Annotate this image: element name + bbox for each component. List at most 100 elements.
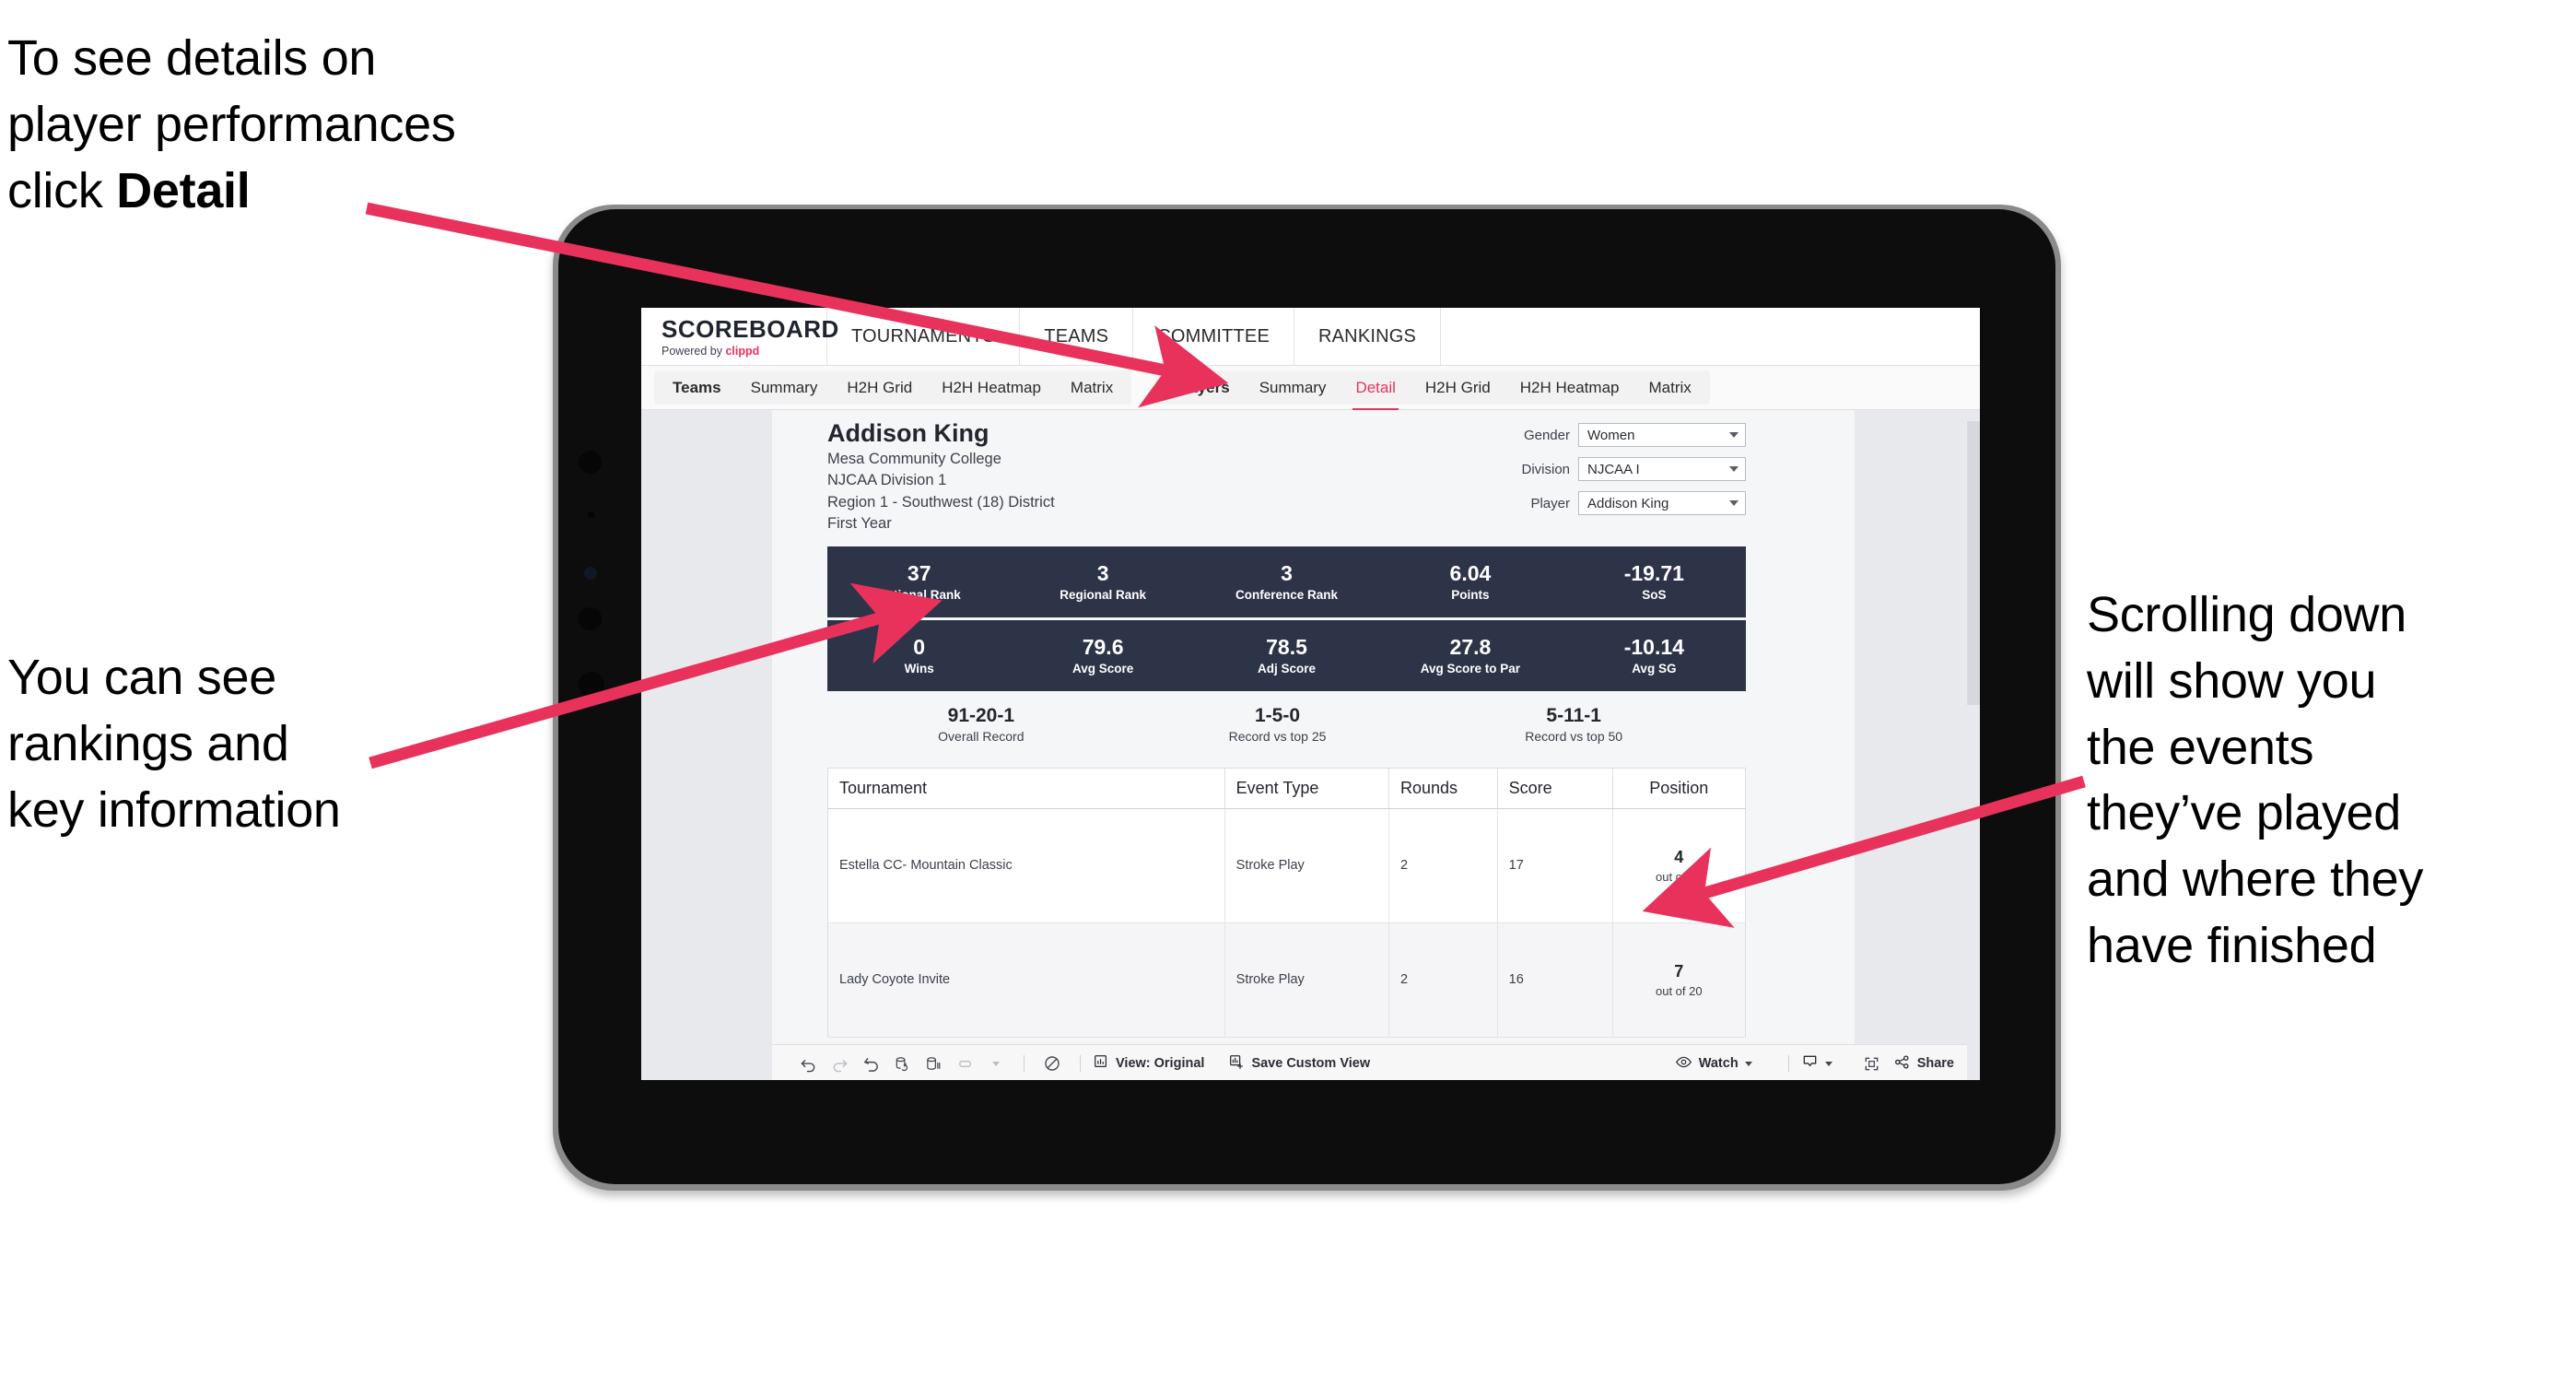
cell-rounds: 2 — [1388, 808, 1498, 923]
top-nav-tournaments[interactable]: TOURNAMENTS — [827, 308, 1021, 365]
top-nav-rankings[interactable]: RANKINGS — [1294, 308, 1442, 365]
stat-conference-rank-label: Conference Rank — [1235, 588, 1339, 603]
subnav-teams-matrix[interactable]: Matrix — [1056, 370, 1128, 405]
record-overall-label: Overall Record — [938, 728, 1025, 744]
stat-sos-label: SoS — [1642, 588, 1667, 603]
cell-tournament: Estella CC- Mountain Classic — [827, 808, 1225, 923]
callout-detail: To see details on player performances cl… — [7, 26, 597, 224]
tablet-screen: SCOREBOARD Powered by clippd TOURNAMENTS… — [641, 308, 1980, 1080]
table-row[interactable]: Lady Coyote Invite Stroke Play 2 16 7 ou… — [827, 922, 1746, 1038]
cell-rounds: 2 — [1388, 922, 1498, 1038]
filter-gender-select[interactable]: Women — [1578, 423, 1746, 447]
top-nav-committee[interactable]: COMMITTEE — [1133, 308, 1294, 365]
column-header-tournament[interactable]: Tournament — [827, 768, 1225, 809]
subnav-players-h2h-grid[interactable]: H2H Grid — [1411, 370, 1505, 405]
pause-data-icon[interactable] — [918, 1055, 949, 1073]
subnav-players-detail[interactable]: Detail — [1341, 370, 1410, 411]
watch-button[interactable]: Watch — [1675, 1053, 1752, 1075]
filter-player-value: Addison King — [1587, 495, 1669, 511]
player-header: Addison King Mesa Community College NJCA… — [827, 419, 1746, 535]
share-icon — [1893, 1053, 1911, 1075]
toolbar-divider — [1787, 1055, 1789, 1072]
chevron-down-icon — [1744, 1061, 1752, 1066]
subnav-teams-h2h-grid[interactable]: H2H Grid — [832, 370, 927, 405]
stat-avg-sg-label: Avg SG — [1632, 662, 1677, 676]
stat-regional-rank: 3 Regional Rank — [1011, 561, 1194, 602]
refresh-data-icon[interactable] — [886, 1055, 918, 1073]
callout-scroll: Scrolling down will show you the events … — [2087, 582, 2520, 980]
view-original-button[interactable]: View: Original — [1093, 1053, 1204, 1074]
stat-avg-sg-value: -10.14 — [1623, 634, 1684, 659]
chevron-down-icon — [1729, 432, 1739, 438]
chevron-down-icon[interactable] — [980, 1061, 1012, 1066]
record-top50-label: Record vs top 50 — [1525, 728, 1623, 744]
pause-refresh-icon[interactable] — [1036, 1054, 1068, 1073]
filter-gender-value: Women — [1587, 427, 1635, 443]
download-button[interactable] — [1801, 1053, 1832, 1075]
top-nav: TOURNAMENTS TEAMS COMMITTEE RANKINGS — [827, 308, 1442, 365]
camera-lens-icon — [584, 567, 597, 580]
record-overall: 91-20-1 Overall Record — [833, 704, 1130, 744]
vertical-scrollbar[interactable] — [1967, 410, 1980, 1080]
cell-position: 4 out of 20 — [1612, 808, 1746, 923]
callout-scroll-line5: and where they — [2087, 852, 2424, 908]
subnav-teams[interactable]: Teams — [658, 370, 736, 405]
slide-canvas: To see details on player performances cl… — [0, 0, 2576, 1386]
fullscreen-icon[interactable] — [1856, 1055, 1888, 1073]
record-top50: 5-11-1 Record vs top 50 — [1425, 704, 1722, 744]
column-header-rounds[interactable]: Rounds — [1388, 768, 1498, 809]
chevron-down-icon — [1729, 466, 1739, 472]
filter-player-select[interactable]: Addison King — [1578, 491, 1746, 515]
cell-event-type: Stroke Play — [1224, 922, 1389, 1038]
stat-avg-sg: -10.14 Avg SG — [1563, 635, 1746, 675]
cell-score: 17 — [1497, 808, 1613, 923]
filter-gender-label: Gender — [1523, 427, 1570, 443]
revert-icon[interactable] — [855, 1055, 886, 1073]
watch-label: Watch — [1698, 1056, 1739, 1071]
table-row[interactable]: Estella CC- Mountain Classic Stroke Play… — [827, 808, 1746, 923]
callout-detail-line2: player performances — [7, 96, 456, 152]
events-table: Tournament Event Type Rounds Score Posit… — [827, 767, 1746, 1038]
filter-division: Division NJCAA I — [1488, 457, 1746, 481]
subnav-players[interactable]: Players — [1159, 370, 1245, 405]
column-header-position[interactable]: Position — [1612, 768, 1746, 809]
player-year: First Year — [827, 515, 892, 533]
callout-detail-line3: click Detail — [7, 159, 597, 225]
stat-conference-rank: 3 Conference Rank — [1195, 561, 1378, 602]
cell-score: 16 — [1497, 922, 1613, 1038]
filter-division-select[interactable]: NJCAA I — [1578, 457, 1746, 481]
subnav-players-h2h-heatmap[interactable]: H2H Heatmap — [1505, 370, 1634, 405]
cell-position-sub: out of 20 — [1656, 983, 1703, 998]
subnav-players-matrix[interactable]: Matrix — [1633, 370, 1705, 405]
subnav-teams-h2h-heatmap[interactable]: H2H Heatmap — [927, 370, 1056, 405]
callout-rankings-line1: You can see — [7, 650, 276, 705]
scrollbar-thumb[interactable] — [1967, 421, 1980, 705]
events-table-head: Tournament Event Type Rounds Score Posit… — [827, 768, 1746, 809]
player-school: Mesa Community College — [827, 450, 1001, 467]
mic-dot-icon — [588, 511, 594, 518]
app-header: SCOREBOARD Powered by clippd TOURNAMENTS… — [641, 308, 1980, 365]
undo-icon[interactable] — [792, 1055, 824, 1073]
redo-icon[interactable] — [824, 1055, 855, 1073]
top-nav-teams[interactable]: TEAMS — [1020, 308, 1134, 365]
app-logo[interactable]: SCOREBOARD Powered by clippd — [641, 308, 838, 365]
stat-avg-score-label: Avg Score — [1071, 662, 1134, 676]
stat-regional-rank-label: Regional Rank — [1060, 588, 1146, 603]
column-header-score[interactable]: Score — [1497, 768, 1613, 809]
stat-sos: -19.71 SoS — [1563, 561, 1746, 602]
subnav-players-summary[interactable]: Summary — [1245, 370, 1341, 405]
callout-rankings: You can see rankings and key information — [7, 645, 440, 843]
player-detail-card: Addison King Mesa Community College NJCA… — [827, 419, 1746, 1038]
stat-sos-value: -19.71 — [1623, 560, 1684, 585]
speaker-dot-icon — [579, 451, 602, 474]
filter-player-label: Player — [1530, 495, 1570, 511]
stat-avg-score-to-par-value: 27.8 — [1449, 634, 1492, 659]
share-button[interactable]: Share — [1893, 1053, 1954, 1075]
subnav-teams-summary[interactable]: Summary — [736, 370, 833, 405]
save-custom-view-button[interactable]: Save Custom View — [1228, 1053, 1370, 1074]
stat-band-scoring: 0 Wins 79.6 Avg Score 78.5 Adj Score 27.… — [827, 619, 1746, 691]
callout-detail-line1: To see details on — [7, 30, 377, 86]
pause-auto-update-icon[interactable] — [949, 1055, 980, 1073]
column-header-event-type[interactable]: Event Type — [1224, 768, 1389, 809]
stat-adj-score-label: Adj Score — [1258, 662, 1317, 676]
